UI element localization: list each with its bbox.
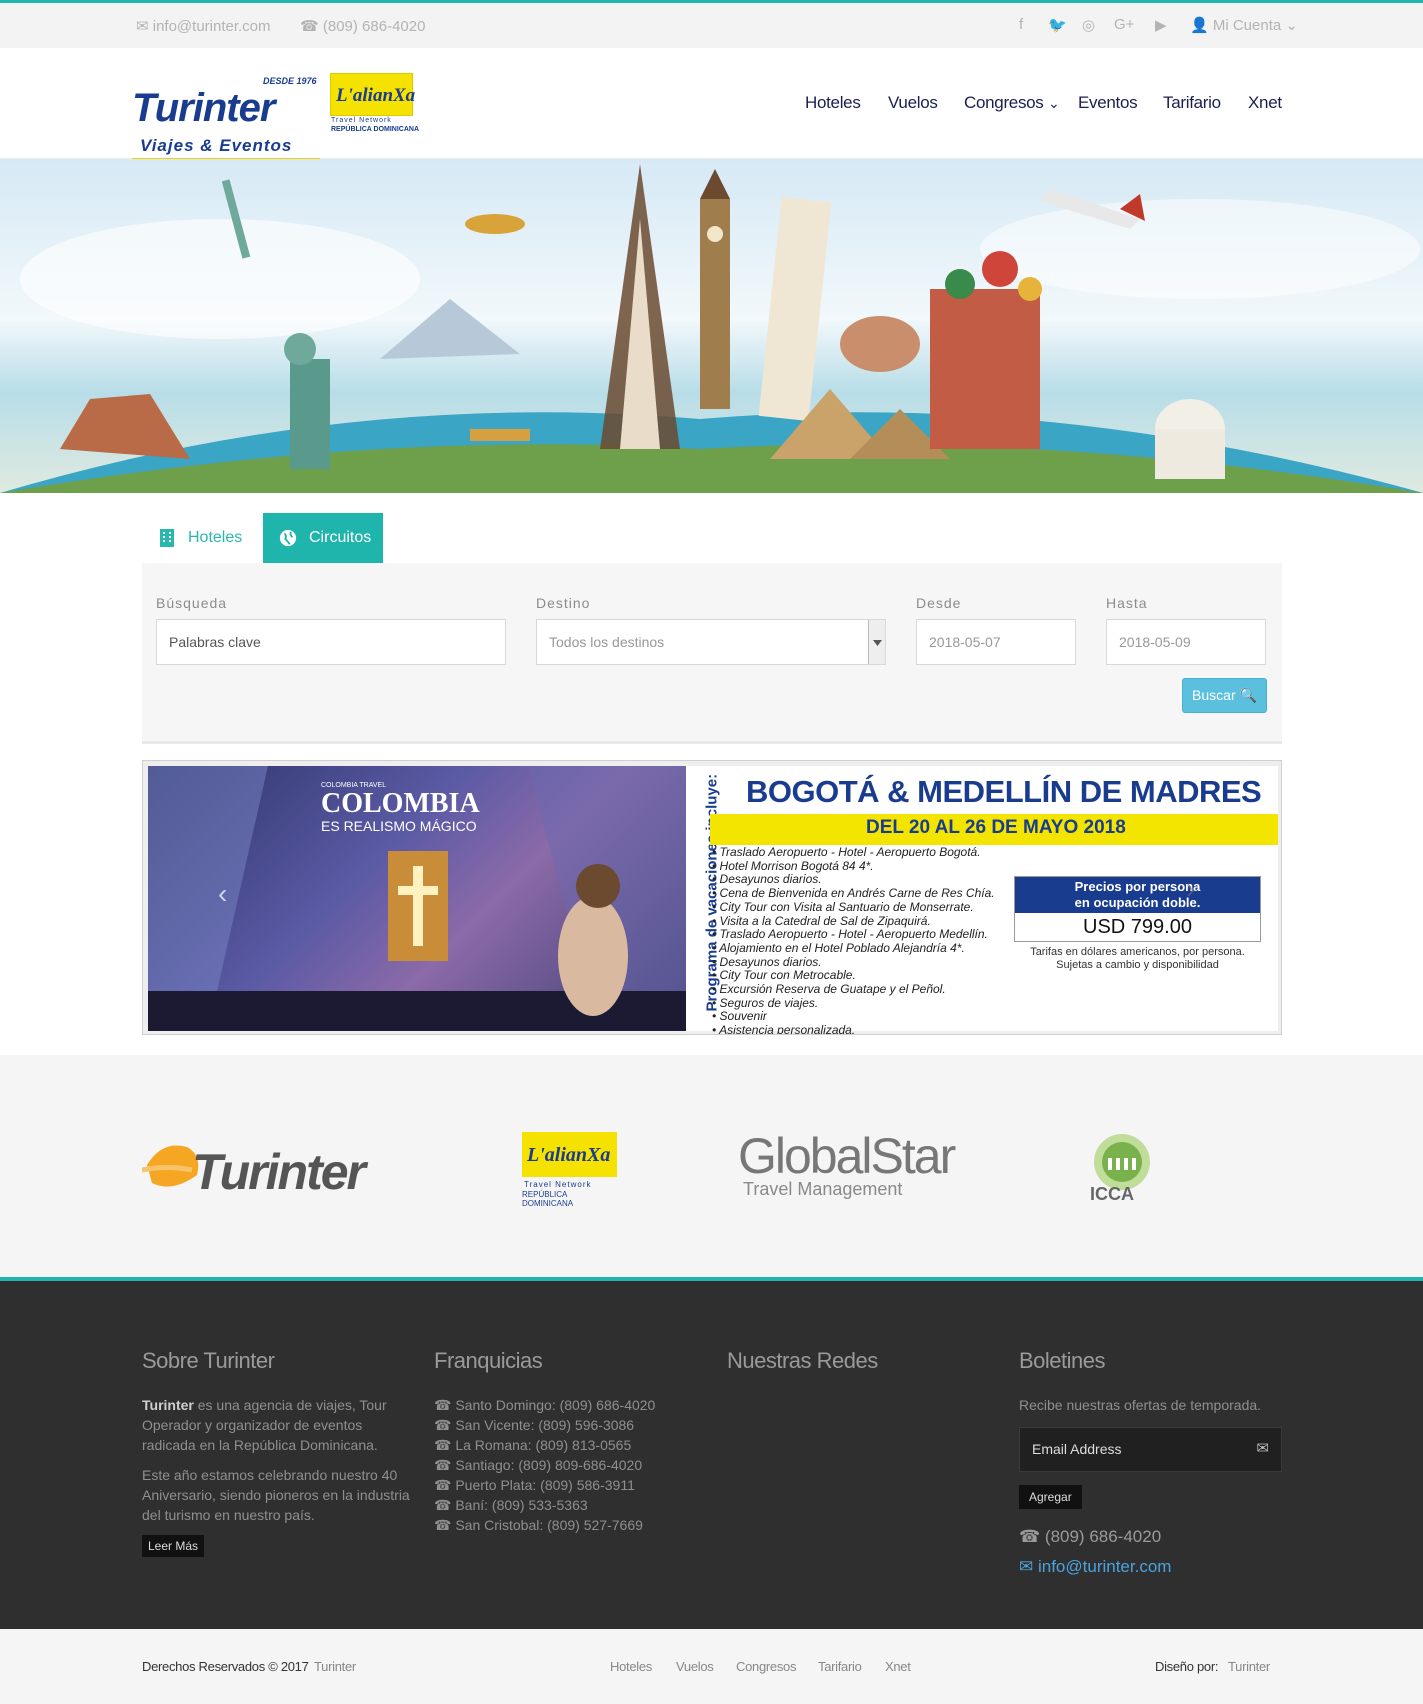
bottom-link-vuelos[interactable]: Vuelos (676, 1659, 714, 1674)
bottom-link-xnet[interactable]: Xnet (885, 1659, 911, 1674)
copyright-text: Derechos Reservados © 2017 (142, 1659, 309, 1674)
phone-icon: ☎ (434, 1517, 456, 1533)
nav-congresos[interactable]: Congresos ⌄ (964, 93, 1060, 113)
bottom-link-hoteles[interactable]: Hoteles (610, 1659, 652, 1674)
newsletter-heading: Boletines (1019, 1348, 1106, 1373)
top-phone: ☎ (809) 686-4020 (300, 18, 426, 35)
social-heading: Nuestras Redes (727, 1348, 878, 1373)
bottom-bar: Derechos Reservados © 2017 Turinter Hote… (0, 1629, 1423, 1704)
copyright-brand[interactable]: Turinter (314, 1659, 356, 1674)
youtube-icon[interactable]: ▶ (1155, 16, 1167, 34)
prev-arrow-icon[interactable]: ‹ (218, 878, 227, 910)
destino-label: Destino (536, 595, 591, 611)
envelope-icon: ✉ (1256, 1440, 1269, 1457)
globalstar-partner-logo: GlobalStar Travel Management (738, 1128, 956, 1199)
date-to-input[interactable]: 2018-05-09 (1106, 619, 1266, 665)
globe-icon (279, 529, 297, 547)
franchise-heading: Franquicias (434, 1348, 543, 1373)
icca-partner-logo: ICCA (1090, 1130, 1160, 1210)
promo-banner[interactable]: COLOMBIA TRAVEL COLOMBIA ES REALISMO MÁG… (142, 760, 1282, 1035)
top-email-link[interactable]: ✉ info@turinter.com (136, 17, 271, 35)
world-landmarks-illustration (0, 164, 1423, 493)
footer-phone: ☎ (809) 686-4020 (1019, 1527, 1162, 1546)
envelope-icon: ✉ (136, 18, 149, 35)
keywords-input[interactable]: Palabras clave (156, 619, 506, 665)
facebook-icon[interactable]: f (1019, 16, 1023, 33)
tab-circuitos[interactable]: Circuitos (263, 513, 383, 563)
instagram-icon[interactable]: ◎ (1082, 16, 1095, 34)
list-item: ☎ Puerto Plata: (809) 586-3911 (434, 1477, 635, 1493)
hasta-label: Hasta (1106, 595, 1148, 611)
phone-icon: ☎ (434, 1397, 456, 1413)
list-item: ☎ Santo Domingo: (809) 686-4020 (434, 1397, 656, 1413)
hero-image (0, 159, 1423, 493)
banner-includes-list: • Traslado Aeropuerto - Hotel - Aeropuer… (712, 845, 995, 1035)
partners-section: Turinter L'alianXa Travel Network REPÚBL… (0, 1055, 1423, 1277)
nav-tarifario[interactable]: Tarifario (1163, 93, 1221, 113)
banner-details: Programa de vacaciones incluye: BOGOTÁ &… (686, 766, 1278, 1034)
nav-xnet[interactable]: Xnet (1248, 93, 1282, 113)
about-heading: Sobre Turinter (142, 1348, 275, 1373)
date-from-input[interactable]: 2018-05-07 (916, 619, 1076, 665)
phone-icon: ☎ (434, 1417, 456, 1433)
newsletter-text: Recibe nuestras ofertas de temporada. (1019, 1397, 1262, 1413)
search-button[interactable]: Buscar 🔍 (1182, 678, 1267, 713)
chevron-down-icon (868, 620, 885, 664)
footer-email-link[interactable]: ✉ info@turinter.com (1019, 1557, 1171, 1577)
franchise-list: ☎ Santo Domingo: (809) 686-4020 ☎ San Vi… (434, 1395, 655, 1535)
top-bar: ✉ info@turinter.com ☎ (809) 686-4020 f 🐦… (0, 0, 1423, 48)
nav-vuelos[interactable]: Vuelos (888, 93, 938, 113)
read-more-button[interactable]: Leer Más (142, 1535, 205, 1557)
tab-hoteles[interactable]: Hoteles (142, 513, 263, 563)
phone-icon: ☎ (300, 18, 319, 35)
designer-link[interactable]: Turinter (1228, 1659, 1270, 1674)
desde-label: Desde (916, 595, 962, 611)
turinter-partner-logo: Turinter (142, 1133, 400, 1203)
design-by-label: Diseño por: (1155, 1659, 1219, 1674)
price-box: Precios por persona en ocupación doble. … (1014, 876, 1261, 942)
phone-icon: ☎ (1019, 1527, 1045, 1546)
alianza-partner-logo: L'alianXa Travel Network REPÚBLICA DOMIN… (522, 1132, 617, 1208)
footer: Sobre Turinter Turinter es una agencia d… (0, 1277, 1423, 1629)
user-icon: 👤 (1190, 17, 1209, 34)
search-icon: 🔍 (1239, 687, 1257, 703)
phone-icon: ☎ (434, 1437, 456, 1453)
header: Turinter DESDE 1976 Viajes & Eventos L'a… (0, 48, 1423, 161)
about-text: Turinter es una agencia de viajes, Tour … (142, 1397, 387, 1453)
subscribe-button[interactable]: Agregar (1019, 1485, 1082, 1509)
bottom-link-congresos[interactable]: Congresos (736, 1659, 796, 1674)
chevron-down-icon: ⌄ (1285, 17, 1298, 34)
list-item: ☎ Baní: (809) 533-5363 (434, 1497, 588, 1513)
list-item: ☎ La Romana: (809) 813-0565 (434, 1437, 632, 1453)
account-menu[interactable]: 👤 Mi Cuenta ⌄ (1190, 16, 1298, 34)
nav-eventos[interactable]: Eventos (1078, 93, 1138, 113)
bottom-link-tarifario[interactable]: Tarifario (818, 1659, 862, 1674)
banner-photo: COLOMBIA TRAVEL COLOMBIA ES REALISMO MÁG… (148, 766, 686, 1031)
next-arrow-icon[interactable]: › (1186, 873, 1195, 905)
destination-select[interactable]: Todos los destinos (536, 619, 886, 665)
phone-icon: ☎ (434, 1457, 456, 1473)
envelope-icon: ✉ (1019, 1557, 1038, 1576)
building-icon (160, 529, 174, 547)
list-item: ☎ San Cristobal: (809) 527-7669 (434, 1517, 643, 1533)
about-text-2: Este año estamos celebrando nuestro 40 A… (142, 1467, 410, 1523)
nav-hoteles[interactable]: Hoteles (805, 93, 861, 113)
list-item: ☎ Santiago: (809) 809-686-4020 (434, 1457, 643, 1473)
alianza-logo: L'alianXa Travel Network REPÚBLICA DOMIN… (330, 73, 419, 136)
busqueda-label: Búsqueda (156, 595, 228, 611)
twitter-icon[interactable]: 🐦 (1048, 16, 1067, 34)
google-plus-icon[interactable]: G+ (1114, 16, 1134, 33)
turinter-logo[interactable]: Turinter DESDE 1976 Viajes & Eventos (132, 76, 332, 161)
phone-icon: ☎ (434, 1497, 456, 1513)
list-item: ☎ San Vicente: (809) 596-3086 (434, 1417, 635, 1433)
search-panel: Búsqueda Palabras clave Destino Todos lo… (142, 563, 1282, 744)
newsletter-email-input[interactable]: Email Address ✉ (1019, 1427, 1282, 1472)
chevron-down-icon: ⌄ (1047, 95, 1060, 111)
phone-icon: ☎ (434, 1477, 456, 1493)
